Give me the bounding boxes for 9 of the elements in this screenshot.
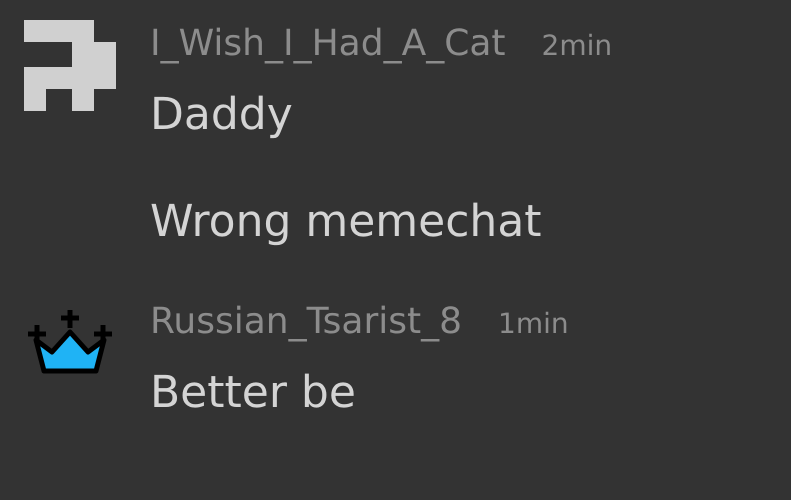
message-text: Daddy [150, 89, 294, 141]
username[interactable]: Russian_Tsarist_8 [150, 300, 462, 343]
timestamp: 1min [498, 306, 569, 342]
message-text: Wrong memechat [150, 196, 543, 248]
crown-icon [26, 310, 114, 376]
timestamp: 2min [542, 28, 612, 64]
pixel-avatar-icon [24, 20, 116, 111]
username[interactable]: I_Wish_I_Had_A_Cat [150, 22, 506, 65]
message-text: Better be [150, 367, 357, 419]
